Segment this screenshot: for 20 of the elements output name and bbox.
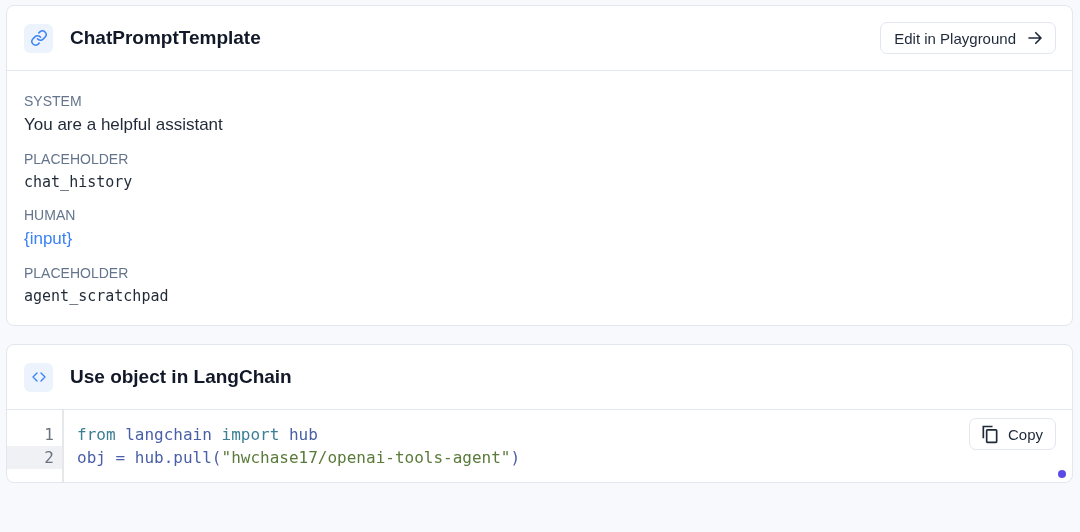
status-dot xyxy=(1058,470,1066,478)
edit-in-playground-button[interactable]: Edit in Playground xyxy=(880,22,1056,54)
message-role: PLACEHOLDER xyxy=(24,151,130,167)
code-icon xyxy=(24,362,53,392)
code-line: from langchain import hub xyxy=(77,424,319,446)
message-role: PLACEHOLDER xyxy=(24,265,130,281)
card-title: ChatPromptTemplate xyxy=(70,27,262,49)
copy-button[interactable]: Copy xyxy=(968,418,1056,450)
card-title: Use object in LangChain xyxy=(70,366,293,388)
line-number: 2 xyxy=(7,446,62,469)
message-content: {input} xyxy=(24,229,74,249)
message-role: HUMAN xyxy=(24,207,77,223)
message-role: SYSTEM xyxy=(24,93,83,109)
message-content: chat_history xyxy=(24,173,134,191)
arrow-right-icon xyxy=(1026,29,1044,47)
message-content: You are a helpful assistant xyxy=(24,115,224,135)
link-icon xyxy=(24,23,53,53)
code-line: obj = hub.pull("hwchase17/openai-tools-agent") xyxy=(77,447,521,469)
line-number: 1 xyxy=(43,424,55,446)
message-content: agent_scratchpad xyxy=(24,287,170,305)
